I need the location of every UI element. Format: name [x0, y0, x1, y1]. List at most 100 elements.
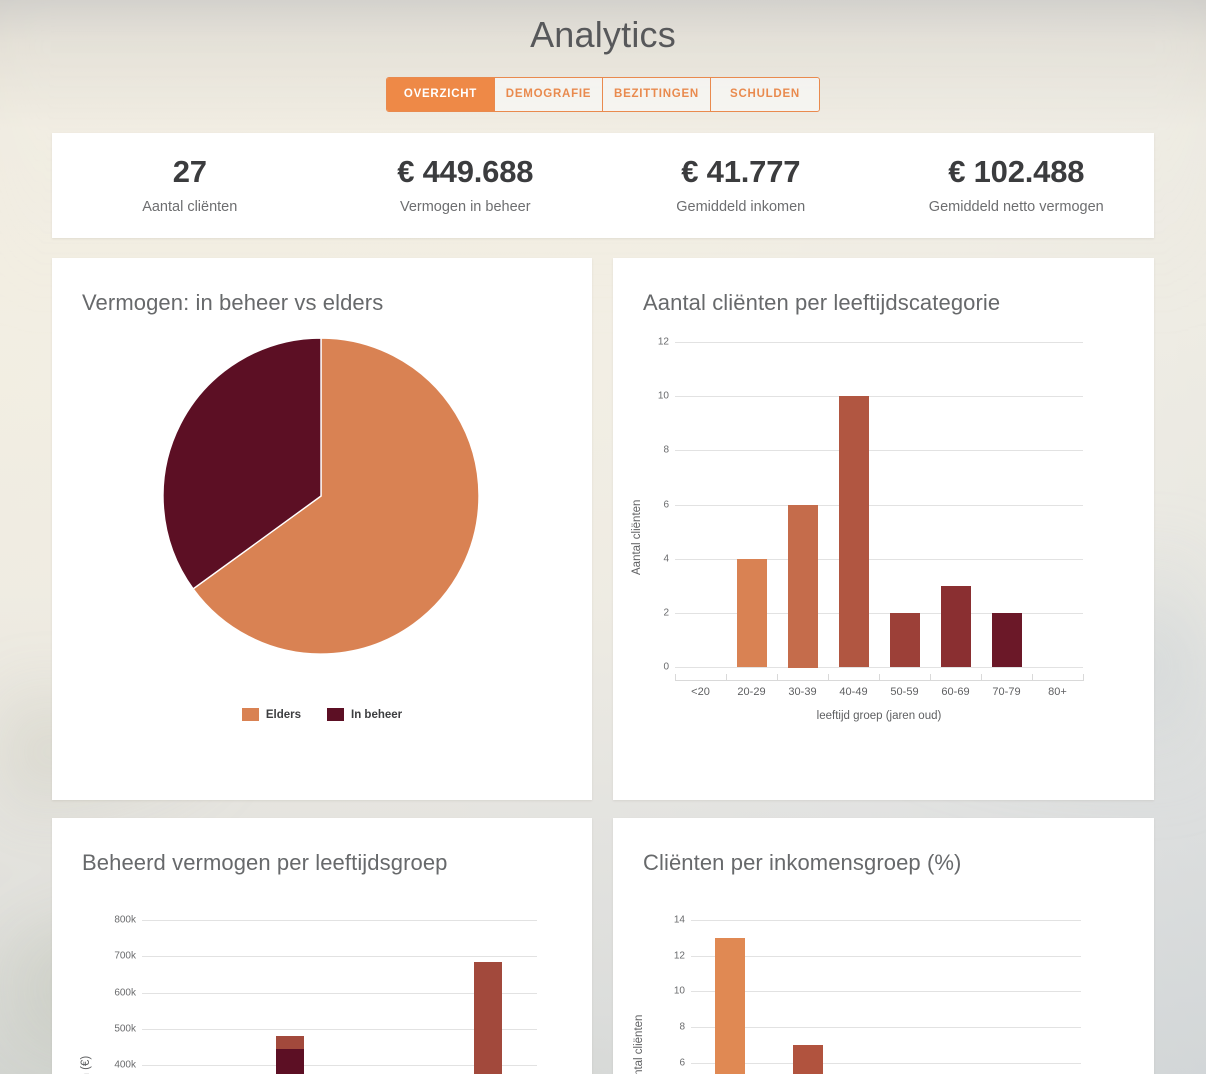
- kpi-summary-card: 27 Aantal cliënten € 449.688 Vermogen in…: [52, 133, 1154, 238]
- tab-overzicht[interactable]: OVERZICHT: [387, 77, 495, 111]
- bar-1-0[interactable]: [276, 1049, 304, 1074]
- gridline: [675, 342, 1083, 343]
- legend-swatch-in-beheer: [327, 708, 345, 721]
- x-axis-tick-mark: [726, 674, 727, 681]
- pie-card-title: Vermogen: in beheer vs elders: [82, 290, 384, 315]
- x-axis-tick-label-80+: 80+: [1048, 686, 1067, 698]
- kpi-gemiddeld-inkomen: € 41.777 Gemiddeld inkomen: [603, 156, 879, 215]
- bar-70-79[interactable]: [992, 613, 1022, 667]
- x-axis-tick-label-70-79: 70-79: [992, 686, 1021, 698]
- y-axis-tick-label: 12: [673, 950, 685, 962]
- pie-svg: [162, 337, 480, 655]
- kpi-label: Aantal cliënten: [142, 198, 238, 215]
- kpi-label: Vermogen in beheer: [399, 198, 531, 215]
- y-axis-title: Aantal cliënten: [633, 1014, 645, 1074]
- y-axis-tick-label: 14: [673, 914, 685, 926]
- y-axis-tick-label: 700k: [114, 950, 136, 962]
- wealth-bar-chart-card: Beheerd vermogen per leeftijdsgroep 400k…: [52, 818, 592, 1074]
- x-axis-tick-label-30-39: 30-39: [788, 686, 817, 698]
- kpi-value: € 102.488: [948, 154, 1085, 190]
- age-bar-chart[interactable]: 0 2 4 6 8 10 12 <20 20-29 30-39 40-49 50-59 60-69 70-…: [613, 320, 1154, 740]
- x-axis-tick-mark: [981, 674, 982, 681]
- gridline: [675, 505, 1083, 506]
- x-axis-tick-label-40-49: 40-49: [839, 686, 868, 698]
- legend-label-elders: Elders: [265, 708, 302, 721]
- y-axis-tick-label: 10: [673, 985, 685, 997]
- gridline: [691, 991, 1081, 992]
- kpi-vermogen-in-beheer: € 449.688 Vermogen in beheer: [328, 156, 604, 215]
- pie-legend: Elders In beheer: [52, 708, 592, 721]
- y-axis-tick-label: 10: [657, 390, 669, 402]
- y-axis-tick-label: 2: [663, 607, 669, 619]
- x-axis-tick-label-50-59: 50-59: [890, 686, 919, 698]
- gridline: [675, 450, 1083, 451]
- kpi-label: Gemiddeld inkomen: [676, 198, 806, 215]
- gridline: [691, 956, 1081, 957]
- income-bar-chart-card: Cliënten per inkomensgroep (%) 6 8 10 12 14 A…: [613, 818, 1154, 1074]
- y-axis-tick-label: 0: [663, 661, 669, 673]
- x-axis-tick-label-20-29: 20-29: [737, 686, 766, 698]
- x-axis-tick-label-60-69: 60-69: [941, 686, 970, 698]
- pie-chart[interactable]: Elders In beheer: [52, 324, 592, 721]
- y-axis-tick-label: 600k: [114, 987, 136, 999]
- tab-demografie[interactable]: DEMOGRAFIE: [495, 77, 603, 111]
- analytics-page: Analytics OVERZICHT DEMOGRAFIE BEZITTING…: [0, 0, 1206, 1074]
- kpi-gemiddeld-netto-vermogen: € 102.488 Gemiddeld netto vermogen: [879, 156, 1155, 215]
- gridline: [691, 1063, 1081, 1064]
- legend-swatch-elders: [241, 708, 259, 721]
- bar-60-69[interactable]: [941, 586, 971, 667]
- tab-bezittingen-label: BEZITTINGEN: [614, 88, 699, 101]
- kpi-label: Gemiddeld netto vermogen: [928, 198, 1104, 215]
- legend-label-in-beheer: In beheer: [351, 708, 403, 721]
- x-axis-tick-label-<20: <20: [691, 686, 710, 698]
- x-axis-tick-mark: [879, 674, 880, 681]
- y-axis-tick-label: 8: [663, 444, 669, 456]
- bar-30-39[interactable]: [788, 505, 818, 668]
- x-axis-tick-mark: [828, 674, 829, 681]
- bar-1-1[interactable]: [276, 1036, 304, 1049]
- y-axis-tick-label: 500k: [114, 1023, 136, 1035]
- bar-0[interactable]: [715, 938, 745, 1074]
- tab-schulden-label: SCHULDEN: [730, 88, 800, 101]
- x-axis-tick-mark: [777, 674, 778, 681]
- kpi-value: 27: [172, 154, 207, 190]
- wealth-card-title: Beheerd vermogen per leeftijdsgroep: [82, 850, 448, 875]
- gridline: [675, 396, 1083, 397]
- gridline: [142, 920, 537, 921]
- bar-1[interactable]: [793, 1045, 823, 1074]
- kpi-aantal-clienten: 27 Aantal cliënten: [52, 156, 328, 215]
- x-axis-title: leeftijd groep (jaren oud): [816, 710, 942, 722]
- x-axis-tick-mark: [1032, 674, 1033, 681]
- tab-bar: OVERZICHT DEMOGRAFIE BEZITTINGEN SCHULDE…: [386, 76, 820, 112]
- age-bar-chart-card: Aantal cliënten per leeftijdscategorie 0…: [613, 258, 1154, 800]
- tab-overzicht-label: OVERZICHT: [403, 88, 478, 101]
- agebar-card-title: Aantal cliënten per leeftijdscategorie: [643, 290, 1001, 315]
- y-axis-title: Aantal cliënten: [631, 499, 643, 575]
- y-axis-tick-label: 800k: [114, 914, 136, 926]
- tab-bezittingen[interactable]: BEZITTINGEN: [603, 77, 711, 111]
- page-title: Analytics: [530, 14, 676, 55]
- legend-item-in-beheer[interactable]: In beheer: [327, 708, 402, 721]
- y-axis-tick-label: 12: [657, 336, 669, 348]
- gridline: [691, 920, 1081, 921]
- income-card-title: Cliënten per inkomensgroep (%): [643, 850, 962, 875]
- bar-40-49[interactable]: [839, 396, 869, 667]
- tab-demografie-label: DEMOGRAFIE: [505, 88, 592, 101]
- y-axis-title: Bezittingen (€): [80, 1056, 92, 1074]
- bar-3-1[interactable]: [474, 962, 502, 1074]
- gridline: [675, 667, 1083, 668]
- bar-50-59[interactable]: [890, 613, 920, 667]
- legend-item-elders[interactable]: Elders: [241, 708, 302, 721]
- x-axis-tick-mark: [930, 674, 931, 681]
- gridline: [691, 1027, 1081, 1028]
- x-axis-tick-mark: [1083, 674, 1084, 681]
- income-bar-chart[interactable]: 6 8 10 12 14 Aantal cliënten: [613, 880, 1154, 1074]
- kpi-value: € 449.688: [397, 154, 534, 190]
- x-axis-tick-mark: [675, 674, 676, 681]
- tab-schulden[interactable]: SCHULDEN: [711, 77, 819, 111]
- gridline: [142, 956, 537, 957]
- wealth-bar-chart[interactable]: 400k500k600k700k800kBezittingen (€): [52, 880, 592, 1074]
- pie-chart-card: Vermogen: in beheer vs elders Elders In …: [52, 258, 592, 800]
- bar-20-29[interactable]: [737, 559, 767, 667]
- kpi-value: € 41.777: [681, 154, 801, 190]
